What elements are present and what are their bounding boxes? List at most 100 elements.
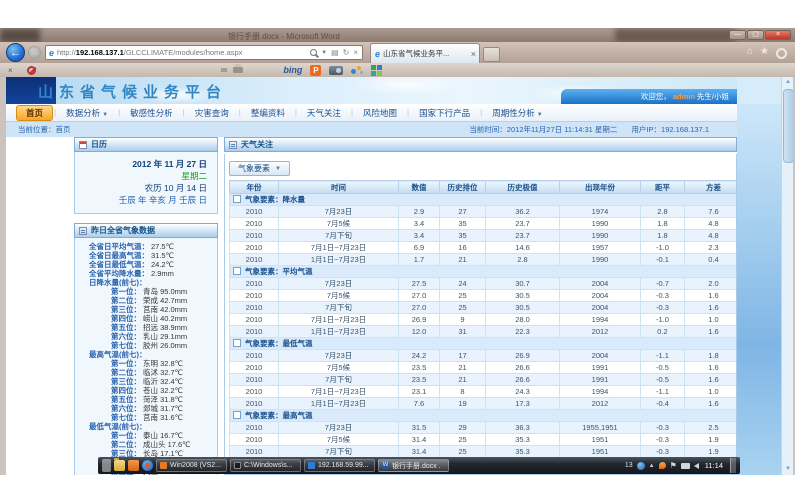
grid-addon-icon[interactable] [371,65,382,76]
table-group-row[interactable]: 气象要素：最高气温 [230,410,738,422]
table-cell: 1994 [560,314,641,326]
menu-item-8[interactable]: 国家下行产品 [410,106,479,120]
table-row[interactable]: 20107月1日~7月23日6.91614.61957-1.02.3 [230,242,738,254]
table-cell: 2004 [560,290,641,302]
table-row[interactable]: 20107月5候23.52126.61991-0.51.6 [230,362,738,374]
media-player-icon[interactable] [142,460,153,471]
maximize-button[interactable]: ▢ [747,30,764,40]
taskbar-button-4[interactable]: W银行手册.docx . [378,459,449,472]
address-bar[interactable]: e http://192.168.137.1/GLCCLIMATE/module… [45,45,363,60]
table-cell: 25 [440,434,486,446]
p-addon-icon[interactable]: P [310,65,321,76]
table-row[interactable]: 20101月1日~7月23日7.61917.32012-0.41.6 [230,398,738,410]
action-center-flag-icon[interactable]: ⚑ [670,462,677,469]
spark-addon-icon[interactable] [351,65,363,75]
tray-blue-circle-icon[interactable] [637,462,645,470]
weather-data-panel: 昨日全省气象数据 全省日平均气温：27.5℃全省日最高气温：31.5℃全省日最低… [74,223,218,475]
new-tab-button[interactable] [483,47,500,62]
back-button[interactable]: ← [6,43,25,62]
column-header-8: 方差 [685,181,738,194]
dropdown-caret-icon[interactable]: ▼ [321,50,327,56]
tools-gear-icon[interactable] [776,48,787,59]
vertical-scrollbar[interactable]: ▲ ▼ [781,77,793,475]
taskbar-clock[interactable]: 11:14 [705,461,723,470]
group-checkbox[interactable] [233,267,241,275]
taskbar-button-3[interactable]: 192.168.59.99... [304,459,375,472]
table-row[interactable]: 20107月23日24.21726.92004-1.11.8 [230,350,738,362]
tab-close-icon[interactable]: × [471,49,476,59]
orange-app-icon[interactable] [128,460,139,471]
menu-item-1[interactable]: 首页 [16,105,53,121]
table-row[interactable]: 20107月23日2.92736.219742.87.6 [230,206,738,218]
search-icon[interactable] [310,49,317,56]
calendar-ganzhi[interactable]: 壬辰 年 辛亥 月 壬辰 日 [75,194,207,206]
table-row[interactable]: 20107月5候3.43523.719901.84.8 [230,218,738,230]
table-group-row[interactable]: 气象要素：平均气温 [230,266,738,278]
group-checkbox[interactable] [233,339,241,347]
element-filter-button[interactable]: 气象要素 ▼ [229,161,290,176]
volume-icon[interactable] [694,463,699,469]
print-icon[interactable] [233,67,243,73]
status-info: 当前时间：2012年11月27日 11:14:31 星期二 用户IP：192.1… [469,124,709,135]
table-row[interactable]: 20107月23日27.52430.72004-0.72.0 [230,278,738,290]
stat-label: 全省平均降水量： [89,269,149,278]
table-row[interactable]: 20107月下旬31.42535.31951-0.31.9 [230,446,738,458]
table-cell: 2010 [230,242,279,254]
column-header-3: 数值 [399,181,440,194]
table-row[interactable]: 20107月下旬3.43523.719901.84.8 [230,230,738,242]
group-checkbox[interactable] [233,411,241,419]
table-cell: 2004 [560,302,641,314]
table-cell: 1.6 [685,290,738,302]
commandbar-close-icon[interactable]: × [8,66,13,75]
table-row[interactable]: 20107月5候27.02530.52004-0.31.6 [230,290,738,302]
table-cell: 1990 [560,218,641,230]
sidebar-stat-line: 全省日最高气温：31.5℃ [77,251,215,260]
sidebar-rank-line: 第三位：临沂 32.4℃ [77,377,215,386]
group-checkbox[interactable] [233,195,241,203]
tray-flame-icon[interactable] [659,462,666,469]
table-cell: 23.5 [399,374,440,386]
table-row[interactable]: 20107月下旬23.52126.61991-0.51.6 [230,374,738,386]
table-cell: 2004 [560,350,641,362]
camera-addon-icon[interactable] [329,66,343,75]
menu-item-7[interactable]: 风险地图 [354,106,406,120]
mail-icon[interactable]: ✉ [221,66,228,75]
compatibility-icon[interactable]: ▤ [331,48,339,57]
hidden-icons-arrow[interactable]: ▲ [649,463,655,469]
refresh-icon[interactable]: ↻ [343,48,350,57]
table-row[interactable]: 20107月1日~7月23日23.1824.31994-1.11.0 [230,386,738,398]
taskbar-button-1[interactable]: Win2008 (VS2... [156,459,227,472]
menu-item-3[interactable]: 敏感性分析 [121,106,182,120]
page-content: 日历 2012 年 11 月 27 日 星期二 农历 10 月 14 日 壬辰 … [6,137,781,475]
url-text[interactable]: http://192.168.137.1/GLCCLIMATE/modules/… [57,48,310,57]
menu-item-6[interactable]: 天气关注 [298,106,350,120]
sidebar-section-title: 最低气温(前七)： [77,422,215,431]
close-button[interactable]: × [765,30,791,40]
browser-tab[interactable]: e 山东省气候业务平... × [370,43,480,63]
menu-item-9[interactable]: 周期性分析▼ [483,106,551,120]
forward-button[interactable]: → [28,46,41,59]
show-desktop-button[interactable] [730,458,736,473]
stop-icon[interactable]: × [353,48,358,57]
network-icon[interactable] [681,463,690,469]
table-group-row[interactable]: 气象要素：降水量 [230,194,738,206]
taskbar-button-2[interactable]: C:\Windows\s... [230,459,301,472]
table-row[interactable]: 20107月下旬27.02530.52004-0.31.6 [230,302,738,314]
table-row[interactable]: 20107月5候31.42535.31951-0.31.9 [230,434,738,446]
table-row[interactable]: 20107月23日31.52936.31955,1951-0.32.5 [230,422,738,434]
favorites-star-icon[interactable]: ★ [760,46,769,59]
bing-logo[interactable]: bing [283,65,302,75]
home-icon[interactable]: ⌂ [747,46,753,59]
column-header-5: 历史极值 [486,181,560,194]
menu-item-5[interactable]: 整编资料 [242,106,294,120]
menu-item-2[interactable]: 数据分析▼ [57,106,117,120]
table-group-row[interactable]: 气象要素：最低气温 [230,338,738,350]
blocked-addon-icon[interactable] [27,66,36,75]
table-cell: 7月下旬 [279,446,399,458]
table-row[interactable]: 20101月1日~7月23日1.7212.81990-0.10.4 [230,254,738,266]
table-row[interactable]: 20101月1日~7月23日12.03122.320120.21.6 [230,326,738,338]
table-row[interactable]: 20107月1日~7月23日26.9928.01994-1.01.0 [230,314,738,326]
menu-item-4[interactable]: 灾害查询 [186,106,238,120]
explorer-folder-icon[interactable] [114,460,125,471]
minimize-button[interactable]: — [729,30,746,40]
